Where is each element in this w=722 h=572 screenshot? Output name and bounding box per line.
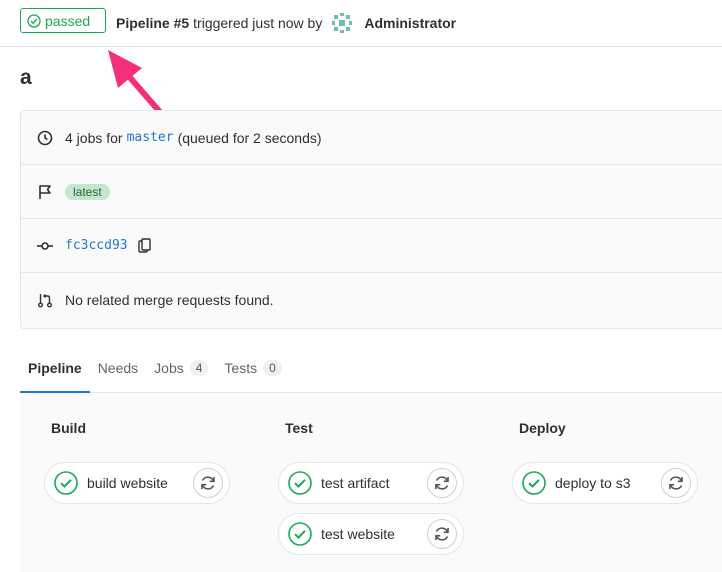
status-label: passed — [45, 12, 91, 29]
merge-requests-row: No related merge requests found. — [21, 273, 722, 327]
job-success-icon — [287, 521, 313, 547]
tab-needs[interactable]: Needs — [90, 348, 146, 393]
retry-icon[interactable] — [193, 468, 223, 498]
author-name[interactable]: Administrator — [364, 15, 456, 31]
pipeline-id: Pipeline #5 — [116, 15, 190, 31]
job-success-icon — [287, 470, 313, 496]
tab-label: Jobs — [154, 360, 184, 376]
commit-icon — [37, 238, 53, 254]
retry-icon[interactable] — [427, 468, 457, 498]
commit-row: fc3ccd93 — [21, 219, 722, 273]
job-test-website[interactable]: test website — [278, 513, 464, 555]
copy-icon[interactable] — [137, 237, 152, 254]
merge-request-icon — [37, 292, 53, 308]
jobs-count-badge: 4 — [189, 360, 209, 376]
pipeline-summary: Pipeline #5 triggered just now by Admini… — [116, 11, 456, 35]
pipeline-graph: Build build website Test test artifact t… — [20, 393, 722, 572]
jobs-row: 4 jobs for master (queued for 2 seconds) — [21, 111, 722, 165]
job-name: deploy to s3 — [555, 475, 631, 491]
tab-label: Tests — [224, 360, 258, 376]
job-success-icon — [521, 470, 547, 496]
retry-icon[interactable] — [427, 519, 457, 549]
tab-label: Pipeline — [28, 360, 82, 376]
job-test-artifact[interactable]: test artifact — [278, 462, 464, 504]
merge-requests-text: No related merge requests found. — [65, 292, 274, 308]
commit-sha-link[interactable]: fc3ccd93 — [65, 238, 128, 253]
retry-icon[interactable] — [661, 468, 691, 498]
triggered-text: triggered just now by — [193, 15, 323, 31]
status-badge[interactable]: passed — [20, 8, 106, 33]
tab-label: Needs — [97, 360, 139, 376]
job-deploy-to-s3[interactable]: deploy to s3 — [512, 462, 698, 504]
branch-link[interactable]: master — [127, 130, 174, 145]
latest-badge: latest — [65, 183, 110, 200]
tab-tests[interactable]: Tests 0 — [216, 348, 289, 393]
stage-title-test: Test — [285, 420, 313, 436]
check-circle-icon — [27, 13, 41, 28]
job-name: test website — [321, 526, 395, 542]
avatar[interactable] — [330, 11, 354, 35]
clock-icon — [37, 130, 53, 146]
job-name: build website — [87, 475, 168, 491]
stage-title-deploy: Deploy — [519, 420, 566, 436]
tab-pipeline[interactable]: Pipeline — [20, 348, 90, 393]
queued-text: (queued for 2 seconds) — [177, 129, 322, 146]
jobs-count-text: 4 jobs for — [65, 129, 123, 146]
flag-icon — [37, 184, 53, 200]
job-build-website[interactable]: build website — [44, 462, 230, 504]
tests-count-badge: 0 — [263, 360, 282, 376]
pipeline-tabs: Pipeline Needs Jobs 4 Tests 0 — [20, 348, 722, 393]
page-title: a — [20, 66, 32, 89]
pipeline-info-panel: 4 jobs for master (queued for 2 seconds)… — [20, 110, 722, 329]
job-success-icon — [53, 470, 79, 496]
tab-jobs[interactable]: Jobs 4 — [146, 348, 216, 393]
stage-title-build: Build — [51, 420, 86, 436]
tags-row: latest — [21, 165, 722, 219]
job-name: test artifact — [321, 475, 390, 491]
